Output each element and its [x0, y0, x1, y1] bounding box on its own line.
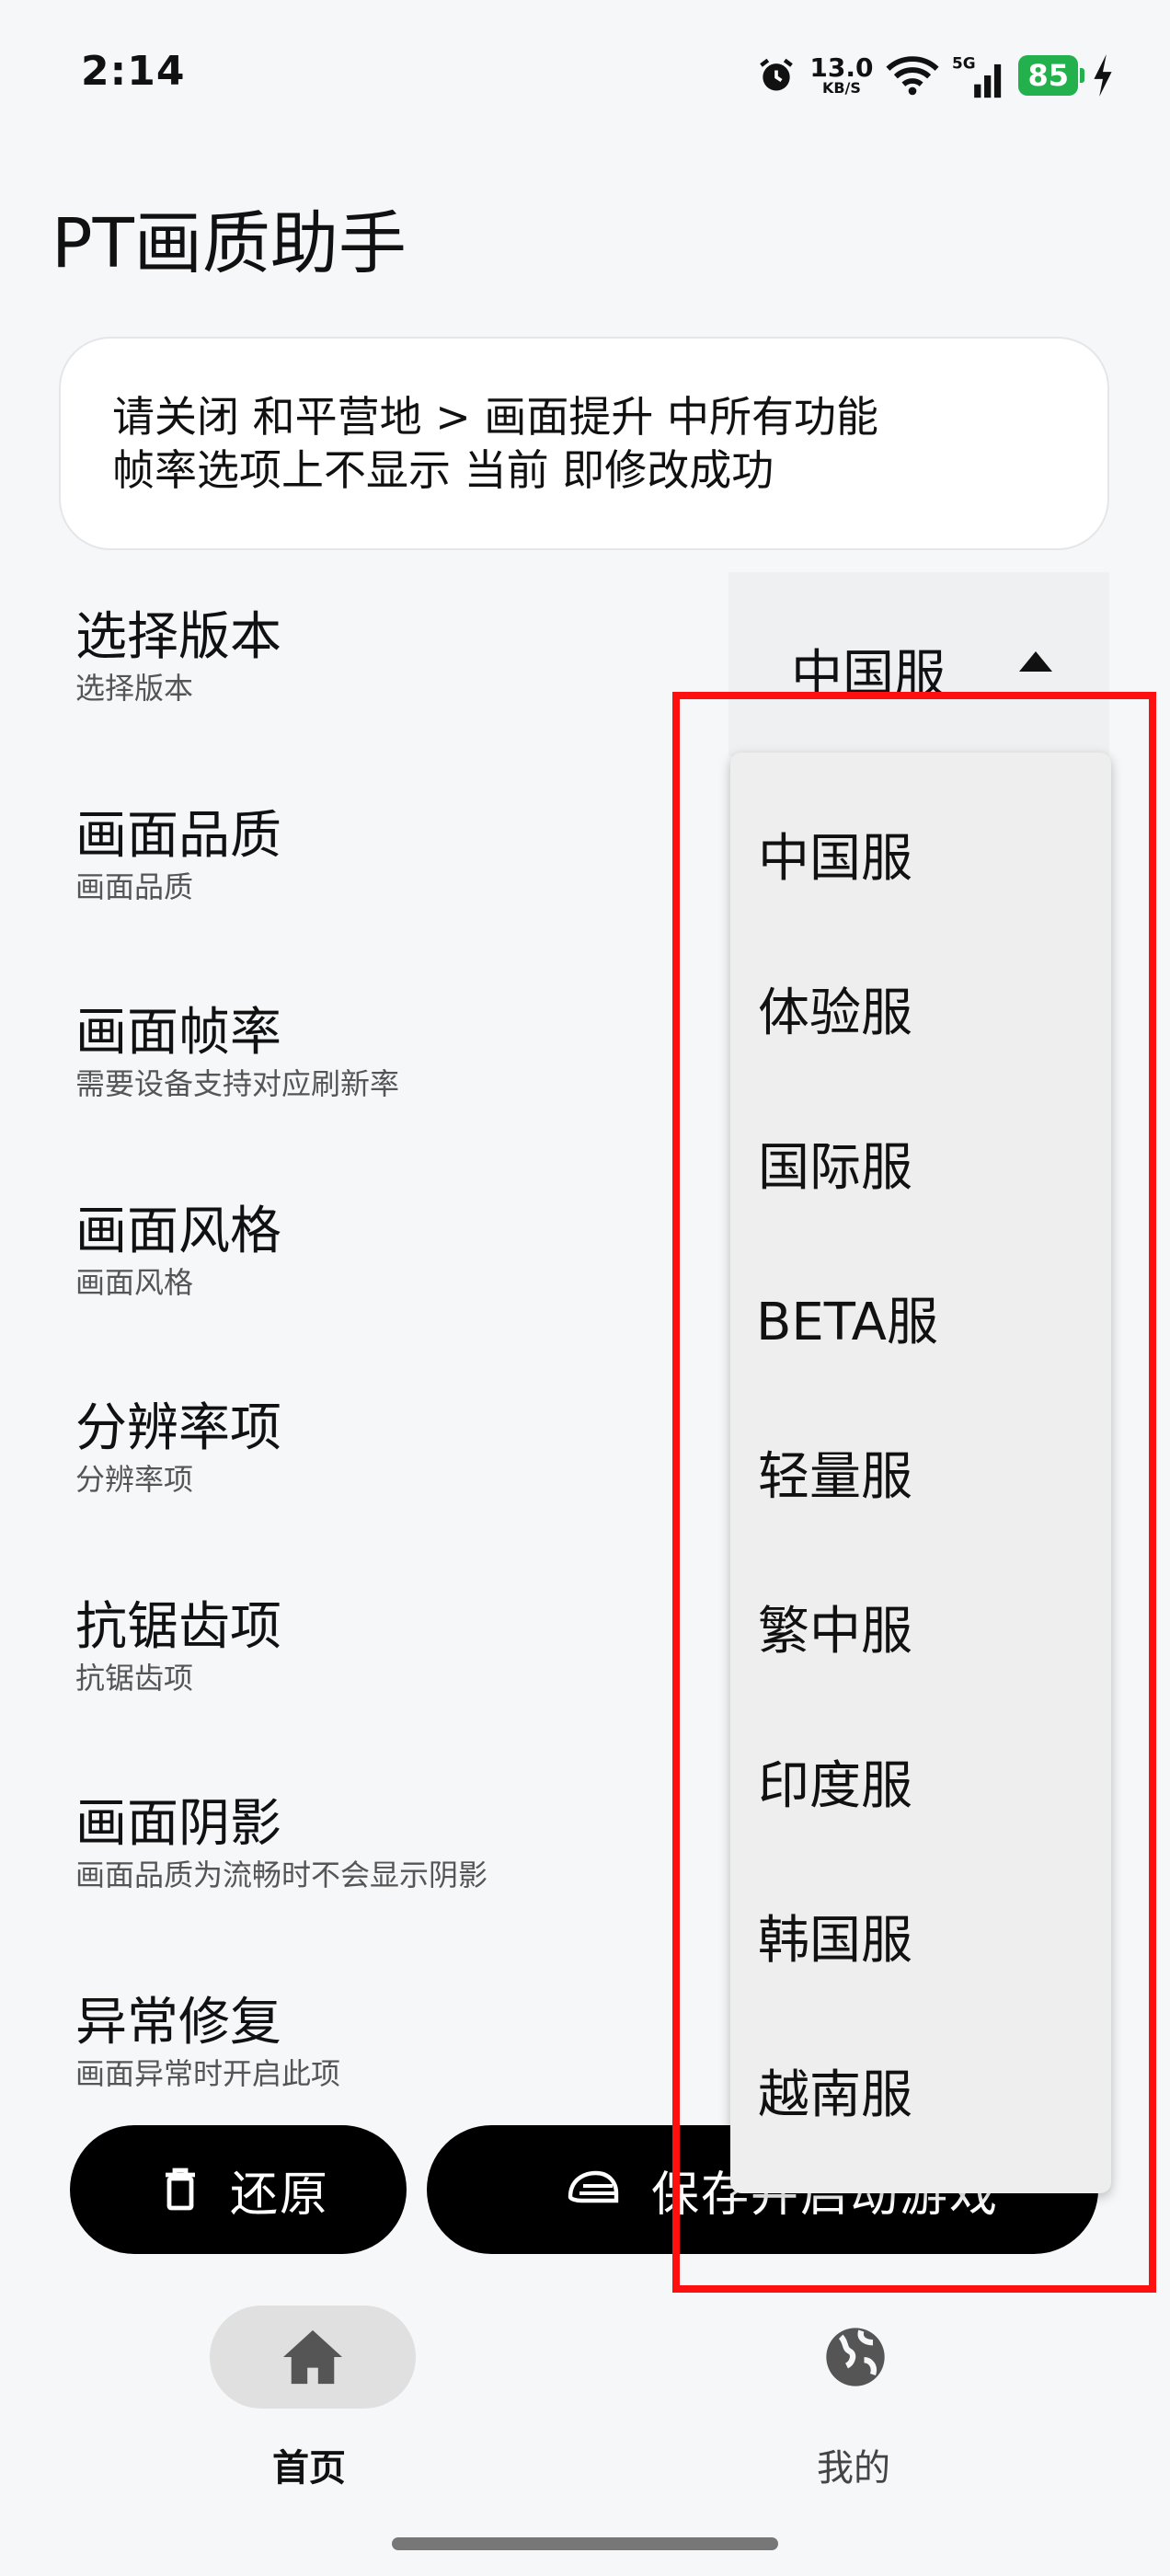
net-speed: 13.0 KB/S	[809, 55, 873, 96]
svg-text:5G: 5G	[952, 54, 976, 73]
tab-mine-label[interactable]: 我的	[817, 2438, 890, 2491]
setting-title: 画面帧率	[75, 1003, 281, 1063]
caret-up-icon	[1019, 651, 1052, 672]
tab-home[interactable]	[210, 2306, 416, 2409]
setting-title: 画面风格	[75, 1202, 281, 1261]
setting-resolution[interactable]: 分辨率项 分辨率项	[75, 1398, 682, 1498]
setting-subtitle: 抗锯齿项	[75, 1661, 194, 1696]
setting-subtitle: 画面品质	[75, 869, 194, 904]
restore-label: 还原	[230, 2167, 330, 2223]
setting-anti-aliasing[interactable]: 抗锯齿项 抗锯齿项	[75, 1597, 682, 1696]
wifi-icon	[886, 56, 940, 96]
setting-subtitle: 画面品质为流畅时不会显示阴影	[75, 1857, 488, 1892]
setting-picture-style[interactable]: 画面风格 画面风格	[75, 1202, 682, 1301]
setting-title: 画面品质	[75, 806, 281, 866]
alarm-icon	[760, 58, 794, 91]
net-speed-value: 13.0	[809, 52, 874, 83]
page-title: PT画质助手	[52, 204, 407, 283]
net-speed-unit: KB/S	[821, 79, 861, 97]
status-time: 2:14	[81, 48, 186, 95]
home-icon	[283, 2329, 342, 2385]
setting-title: 画面阴影	[75, 1794, 281, 1854]
home-indicator[interactable]	[392, 2537, 778, 2550]
status-icons: 13.0 KB/S 5G 85	[756, 48, 1115, 103]
battery-indicator: 85	[1018, 55, 1084, 96]
setting-title: 分辨率项	[75, 1398, 281, 1458]
setting-picture-quality[interactable]: 画面品质 画面品质	[75, 806, 682, 905]
notice-line-2: 帧率选项上不显示 当前 即修改成功	[112, 445, 774, 495]
signal-icon: 5G	[952, 54, 1002, 98]
setting-title: 选择版本	[75, 607, 281, 667]
charging-icon	[1094, 54, 1112, 97]
setting-subtitle: 选择版本	[75, 671, 194, 706]
notice-card: 请关闭 和平营地 > 画面提升 中所有功能 帧率选项上不显示 当前 即修改成功	[59, 337, 1109, 550]
globe-icon[interactable]	[820, 2322, 890, 2392]
setting-title: 异常修复	[75, 1993, 281, 2053]
restore-button[interactable]: 还原	[70, 2125, 407, 2254]
setting-select-version[interactable]: 选择版本 选择版本	[75, 607, 682, 707]
tab-home-label[interactable]: 首页	[272, 2438, 346, 2491]
setting-subtitle: 画面异常时开启此项	[75, 2056, 341, 2091]
setting-anomaly-fix[interactable]: 异常修复 画面异常时开启此项	[75, 1993, 682, 2092]
setting-title: 抗锯齿项	[75, 1597, 281, 1657]
setting-subtitle: 分辨率项	[75, 1462, 194, 1497]
notice-line-1: 请关闭 和平营地 > 画面提升 中所有功能	[112, 392, 879, 442]
helmet-icon	[568, 2170, 619, 2203]
highlight-box	[672, 692, 1156, 2293]
setting-subtitle: 画面风格	[75, 1265, 194, 1300]
trash-icon	[166, 2168, 195, 2211]
setting-shadow[interactable]: 画面阴影 画面品质为流畅时不会显示阴影	[75, 1794, 682, 1893]
setting-frame-rate[interactable]: 画面帧率 需要设备支持对应刷新率	[75, 1003, 682, 1102]
setting-subtitle: 需要设备支持对应刷新率	[75, 1066, 400, 1101]
